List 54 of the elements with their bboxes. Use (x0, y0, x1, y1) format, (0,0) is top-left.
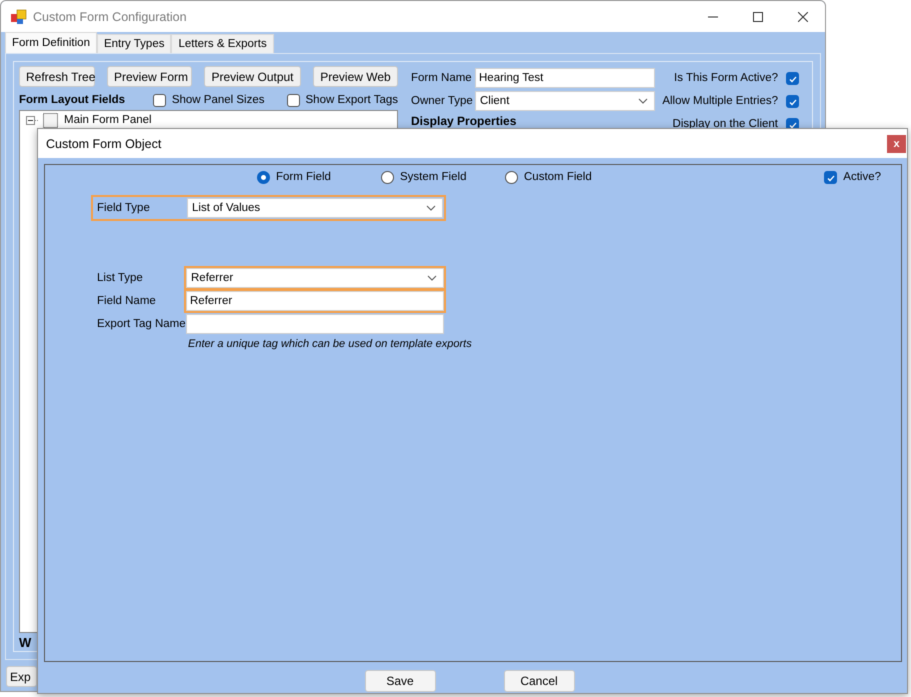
tab[interactable]: Form Definition (5, 32, 97, 53)
tab[interactable]: Letters & Exports (171, 34, 274, 53)
radio-label: System Field (400, 171, 466, 183)
app-icon (11, 8, 27, 24)
radio-button[interactable] (505, 170, 518, 184)
section-heading: Form Layout Fields (19, 94, 126, 106)
caret-icon (638, 98, 648, 104)
checkbox[interactable] (786, 94, 799, 108)
toolbar-button[interactable]: Preview Form (107, 66, 192, 87)
collapse-icon[interactable] (26, 116, 39, 124)
toolbar-button[interactable]: Preview Output (204, 66, 301, 87)
caret-icon (427, 275, 437, 281)
input-field[interactable]: Referrer (186, 291, 444, 311)
hint-text: Enter a unique tag which can be used on template exports (187, 337, 472, 352)
dropdown[interactable]: Referrer (186, 268, 444, 288)
maximize-icon[interactable] (752, 12, 762, 22)
window-title: Custom Form Configuration (33, 10, 188, 24)
section-heading: Display Properties (411, 114, 518, 128)
checkbox-label: Active? (843, 171, 881, 183)
radio-label: Custom Field (524, 171, 592, 183)
tree-item[interactable]: Main Form Panel (64, 114, 152, 126)
radio-button[interactable] (381, 170, 394, 184)
dialog-button[interactable]: Cancel (504, 670, 574, 692)
checkbox-label: Is This Form Active? (674, 72, 778, 84)
toolbar-button[interactable]: Preview Web (313, 66, 398, 87)
checkbox[interactable] (152, 94, 166, 106)
close-button[interactable]: x (887, 134, 906, 152)
toolbar-button[interactable]: Refresh Tree (19, 66, 95, 87)
close-icon[interactable] (798, 12, 808, 22)
field-label: Field Name (97, 295, 157, 307)
field-label: Form Name (411, 72, 473, 84)
radio-label: Form Field (276, 171, 331, 183)
field-type-dropdown[interactable]: List of Values (187, 198, 443, 218)
checkbox[interactable] (824, 170, 838, 184)
checkbox-label: Allow Multiple Entries? (662, 95, 778, 107)
radio-button[interactable] (257, 170, 270, 184)
tab[interactable]: Entry Types (96, 34, 172, 53)
field-label: Export Tag Name (97, 318, 186, 330)
field-label: Field Type (96, 202, 151, 214)
dialog-button[interactable]: Save (364, 670, 436, 692)
field-label: List Type (97, 272, 144, 284)
checkbox[interactable] (286, 94, 300, 106)
checkbox-label: Display on the Client (672, 118, 778, 130)
input-field[interactable] (186, 314, 444, 334)
dialog-title: Custom Form Object (46, 136, 162, 150)
form-name-field[interactable]: Hearing Test (475, 68, 655, 88)
checkbox-label: Show Export Tags (306, 94, 398, 106)
section-heading: W (19, 635, 32, 650)
checkbox-label: Show Panel Sizes (172, 94, 265, 106)
caret-icon (426, 205, 436, 211)
export-button[interactable]: Exp (6, 666, 37, 687)
checkbox[interactable] (786, 72, 799, 84)
field-label: Owner Type (411, 95, 474, 107)
owner-type-dropdown[interactable]: Client (475, 91, 655, 111)
